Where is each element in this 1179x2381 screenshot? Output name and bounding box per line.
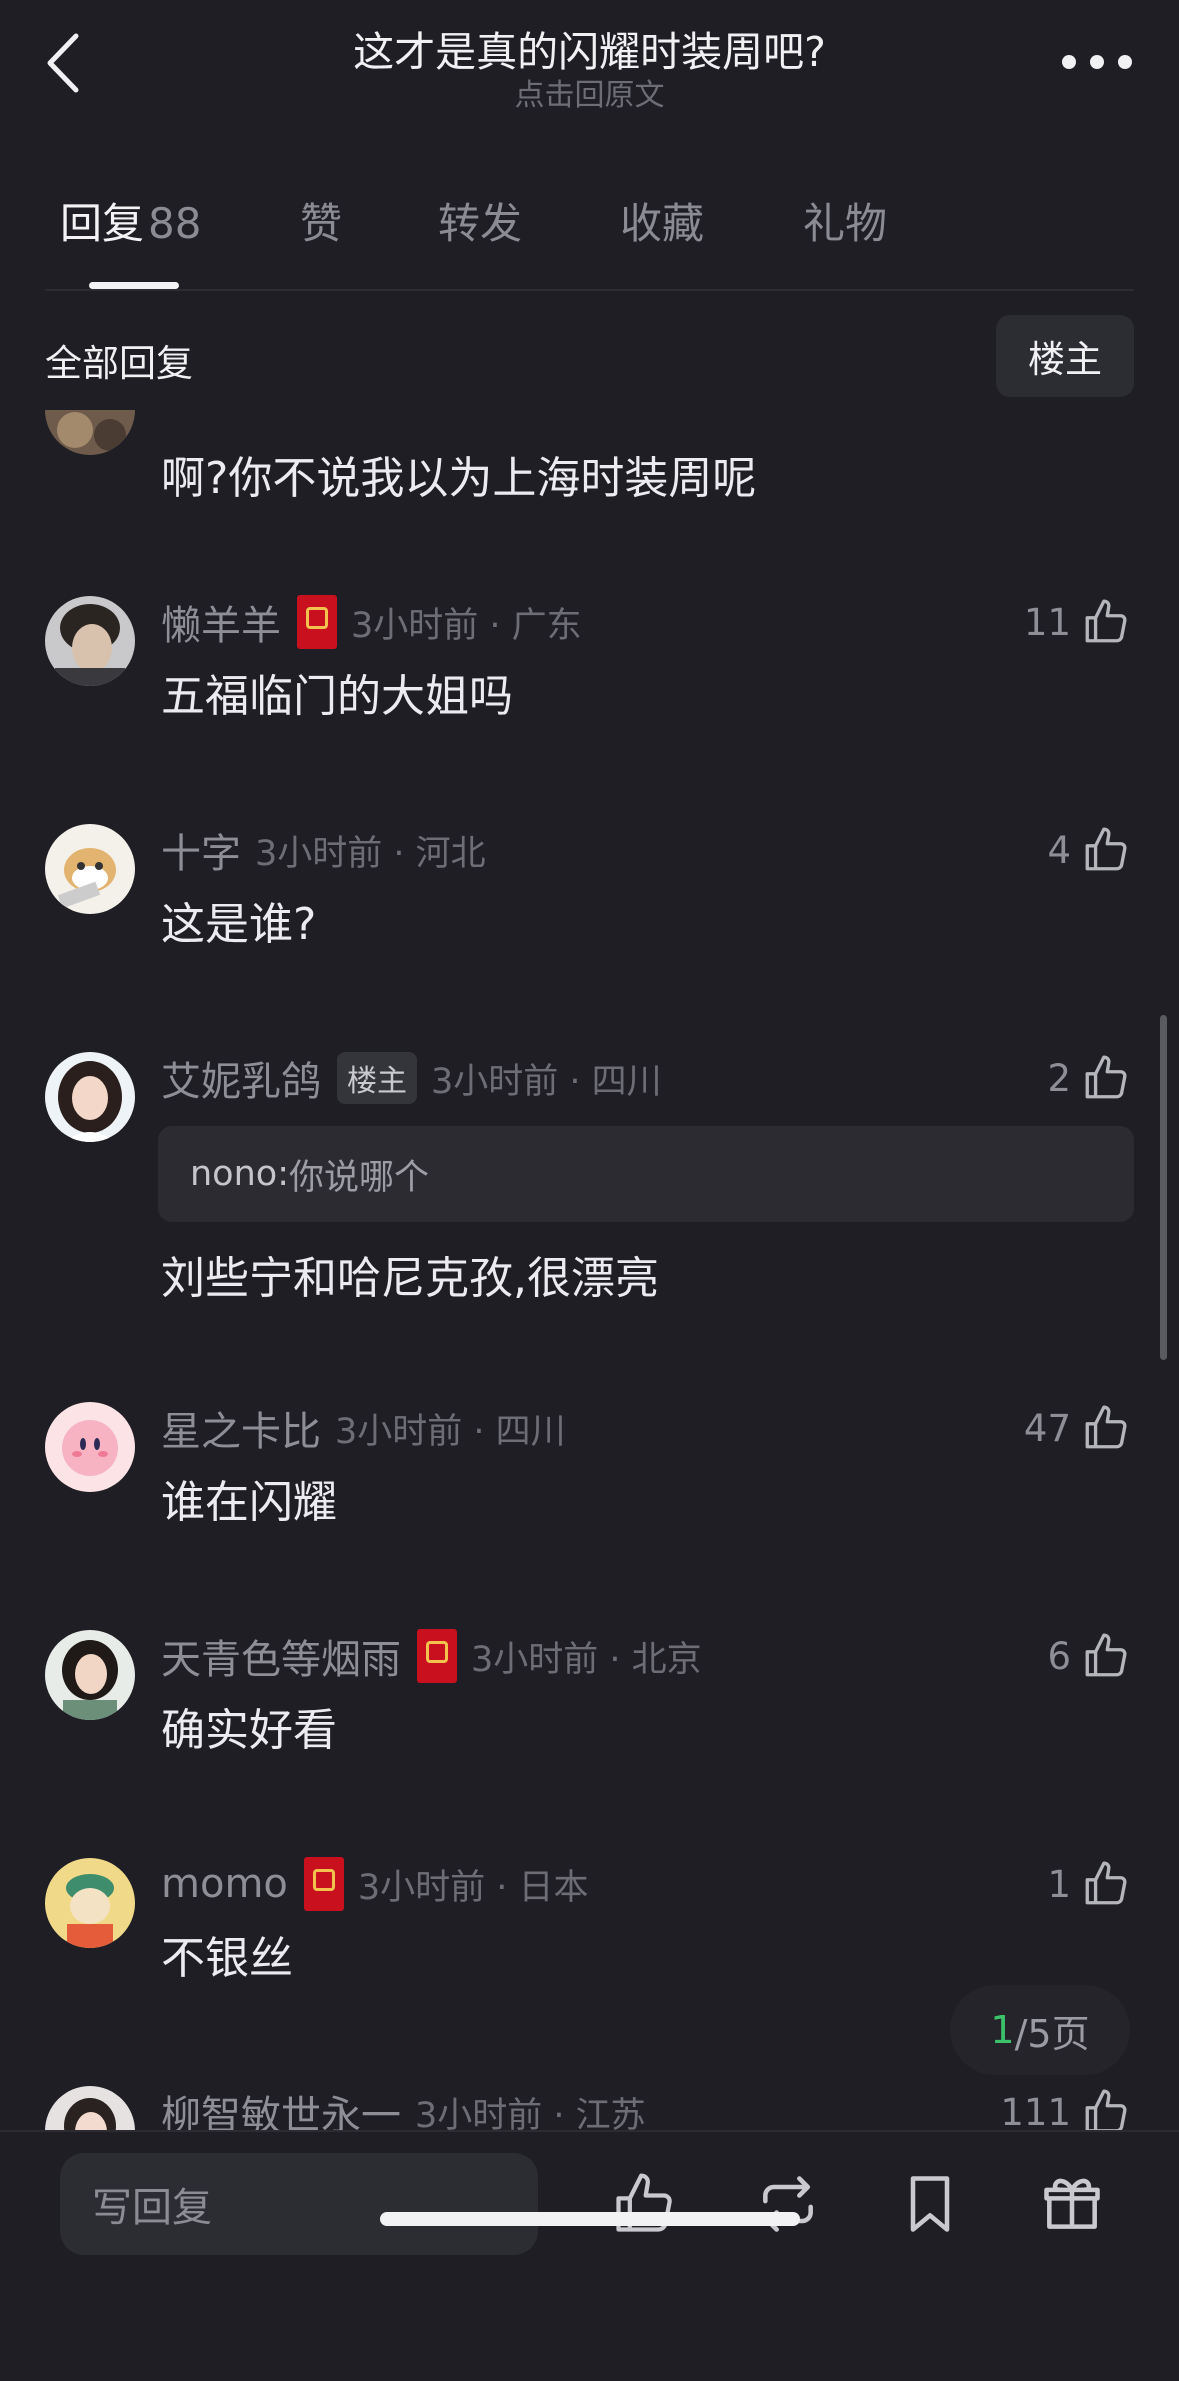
comment-meta: 艾妮乳鸽 楼主 3小时前 · 四川 xyxy=(161,1049,662,1107)
quoted-text: 你说哪个 xyxy=(288,1157,429,1198)
comment-time-location: 3小时前 · 四川 xyxy=(335,1411,566,1452)
like-count: 47 xyxy=(1023,1406,1071,1450)
comment-meta: 懒羊羊 3小时前 · 广东 xyxy=(161,593,582,651)
comment-meta: 十字 3小时前 · 河北 xyxy=(161,821,486,879)
comment-time-location: 3小时前 · 江苏 xyxy=(415,2095,646,2131)
comment-text: 谁在闪耀 xyxy=(161,1477,337,1528)
comment-time-location: 3小时前 · 广东 xyxy=(351,605,582,646)
scrollbar[interactable] xyxy=(1160,1015,1167,1360)
author-name[interactable]: 星之卡比 xyxy=(161,1399,321,1457)
comment-time-location: 3小时前 · 日本 xyxy=(357,1867,589,1908)
tab-count: 88 xyxy=(148,199,202,248)
op-only-button[interactable]: 楼主 xyxy=(996,315,1134,397)
avatar[interactable] xyxy=(45,1858,135,1948)
like-count: 2 xyxy=(1047,1056,1071,1100)
comment-time-location: 3小时前 · 北京 xyxy=(471,1639,702,1680)
repost-icon[interactable] xyxy=(754,2170,822,2238)
home-indicator[interactable] xyxy=(380,2212,800,2226)
comment-text: 啊?你不说我以为上海时装周呢 xyxy=(161,453,757,504)
thumb-up-icon xyxy=(1085,1405,1127,1449)
active-tab-indicator xyxy=(89,282,179,289)
thumb-up-icon[interactable] xyxy=(610,2170,678,2238)
like-button[interactable]: 1 xyxy=(1047,1858,1131,1910)
quoted-reply[interactable]: nono: 你说哪个 xyxy=(158,1126,1134,1222)
all-replies-label: 全部回复 xyxy=(45,342,193,385)
divider xyxy=(45,289,1134,291)
comment-text: 确实好看 xyxy=(161,1705,337,1756)
quoted-user: nono: xyxy=(190,1154,289,1194)
comment-meta: 柳智敏世永一 3小时前 · 江苏 xyxy=(161,2086,646,2130)
thumb-up-icon xyxy=(1085,1055,1127,1099)
comment-list[interactable]: 啊?你不说我以为上海时装周呢 懒羊羊 3小时前 · 广东 11 五福临门的大姐吗… xyxy=(0,410,1179,2130)
avatar[interactable] xyxy=(45,2086,135,2130)
comment-time-location: 3小时前 · 四川 xyxy=(431,1061,662,1102)
red-packet-badge-icon xyxy=(303,1857,344,1911)
avatar[interactable] xyxy=(45,596,135,686)
author-name[interactable]: momo xyxy=(161,1861,288,1907)
comment-text: 这是谁? xyxy=(161,899,317,950)
like-count: 11 xyxy=(1023,600,1071,644)
tab-replies[interactable]: 回复88 xyxy=(60,190,201,251)
like-button[interactable]: 111 xyxy=(1000,2086,1131,2130)
comment-meta: momo 3小时前 · 日本 xyxy=(161,1857,589,1911)
author-name[interactable]: 十字 xyxy=(161,821,241,879)
like-count: 4 xyxy=(1047,828,1071,872)
avatar[interactable] xyxy=(45,1630,135,1720)
author-name[interactable]: 天青色等烟雨 xyxy=(161,1627,401,1685)
comment-text: 刘些宁和哈尼克孜,很漂亮 xyxy=(161,1253,659,1304)
thumb-up-icon xyxy=(1085,1633,1127,1677)
like-button[interactable]: 47 xyxy=(1024,1402,1131,1454)
comment-meta: 星之卡比 3小时前 · 四川 xyxy=(161,1399,566,1457)
bottom-action-bar: 写回复 xyxy=(0,2130,1179,2381)
thumb-up-icon xyxy=(1085,2089,1127,2130)
red-packet-badge-icon xyxy=(417,1629,457,1683)
comment-text: 五福临门的大姐吗 xyxy=(161,671,513,722)
op-badge: 楼主 xyxy=(337,1052,417,1104)
tab-label: 回复 xyxy=(60,199,145,248)
avatar[interactable] xyxy=(45,410,135,455)
avatar[interactable] xyxy=(45,824,135,914)
tab-reposts[interactable]: 转发 xyxy=(438,190,522,251)
tab-likes[interactable]: 赞 xyxy=(300,190,342,251)
current-page: 1 xyxy=(990,2008,1015,2052)
like-button[interactable]: 2 xyxy=(1047,1052,1131,1104)
avatar[interactable] xyxy=(45,1402,135,1492)
thumb-up-icon xyxy=(1085,827,1127,871)
comment-meta: 天青色等烟雨 3小时前 · 北京 xyxy=(161,1627,702,1685)
thumb-up-icon xyxy=(1085,1861,1127,1905)
tab-favorites[interactable]: 收藏 xyxy=(620,190,704,251)
more-icon[interactable] xyxy=(1055,40,1139,84)
author-name[interactable]: 艾妮乳鸽 xyxy=(161,1049,321,1107)
gift-icon[interactable] xyxy=(1038,2170,1106,2238)
page-indicator[interactable]: 1/5页 xyxy=(950,1985,1130,2075)
author-name[interactable]: 懒羊羊 xyxy=(161,593,281,651)
like-count: 6 xyxy=(1047,1634,1071,1678)
thumb-up-icon xyxy=(1085,599,1127,643)
comment-time-location: 3小时前 · 河北 xyxy=(255,833,486,874)
like-count: 1 xyxy=(1047,1862,1071,1906)
comment-text: 不银丝 xyxy=(161,1933,293,1984)
total-pages: /5页 xyxy=(1014,2011,1090,2056)
like-button[interactable]: 11 xyxy=(1024,596,1131,648)
red-packet-badge-icon xyxy=(297,595,337,649)
reply-input[interactable]: 写回复 xyxy=(60,2153,538,2255)
back-to-original-link[interactable]: 点击回原文 xyxy=(0,70,1179,114)
tab-gifts[interactable]: 礼物 xyxy=(803,190,887,251)
like-count: 111 xyxy=(1000,2090,1071,2131)
author-name[interactable]: 柳智敏世永一 xyxy=(161,2083,401,2130)
avatar[interactable] xyxy=(45,1052,135,1142)
like-button[interactable]: 4 xyxy=(1047,824,1131,876)
post-title[interactable]: 这才是真的闪耀时装周吧? xyxy=(0,18,1179,78)
like-button[interactable]: 6 xyxy=(1047,1630,1131,1682)
bookmark-icon[interactable] xyxy=(896,2170,964,2238)
top-nav-bar: 这才是真的闪耀时装周吧? 点击回原文 xyxy=(0,0,1179,120)
